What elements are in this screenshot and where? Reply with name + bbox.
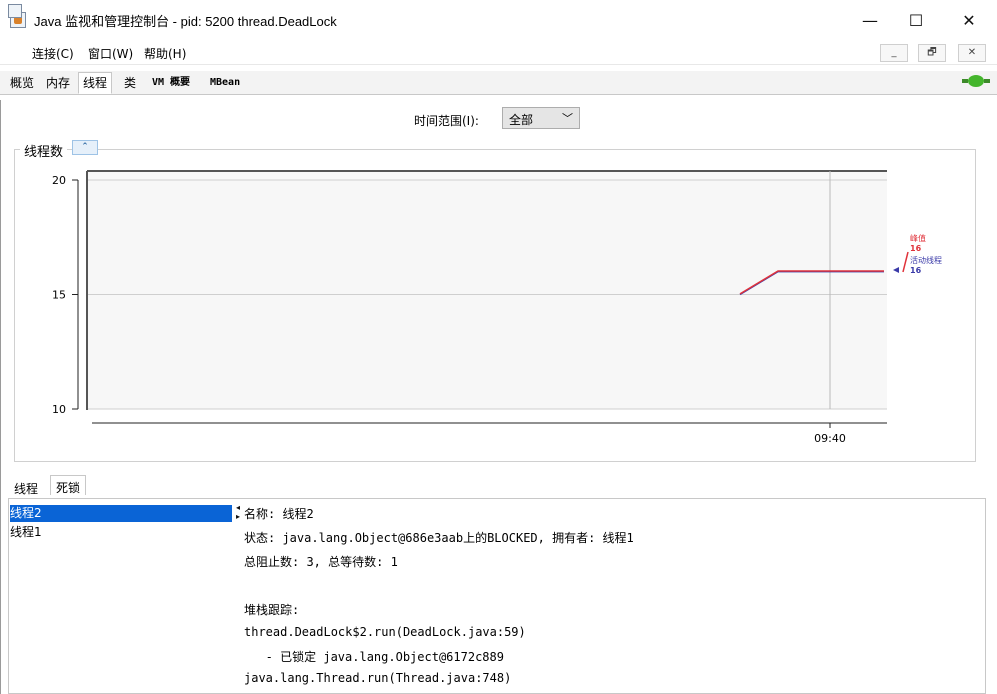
thread-list-item[interactable]: 线程2 <box>10 505 232 522</box>
detail-stack-frame: thread.DeadLock$2.run(DeadLock.java:59) <box>244 625 526 639</box>
detail-counts: 总阻止数: 3, 总等待数: 1 <box>244 555 398 569</box>
detail-stack-header: 堆栈跟踪: <box>244 603 300 617</box>
tab-deadlock[interactable]: 死锁 <box>50 475 87 495</box>
thread-list: 线程2 线程1 <box>10 505 232 694</box>
window-left-edge <box>0 100 1 694</box>
live-marker-icon <box>893 267 899 273</box>
peak-indicator-line <box>902 251 909 273</box>
tab-thread-list[interactable]: 线程 <box>11 480 41 497</box>
thread-list-item[interactable]: 线程1 <box>10 524 232 541</box>
legend-live-value: 16 <box>910 266 922 275</box>
x-tick-label: 09:40 <box>814 432 846 445</box>
legend-peak-value: 16 <box>910 244 922 253</box>
detail-state: 状态: java.lang.Object@686e3aab上的BLOCKED, … <box>244 531 634 545</box>
legend-live-label: 活动线程 <box>910 255 942 265</box>
y-tick-label: 15 <box>52 289 66 302</box>
detail-name: 名称: 线程2 <box>244 507 314 521</box>
y-tick-label: 10 <box>52 403 66 416</box>
legend-peak-label: 峰值 <box>910 233 926 243</box>
y-tick-label: 20 <box>52 174 66 187</box>
split-pane-divider[interactable] <box>236 500 242 694</box>
plot-area <box>87 171 887 409</box>
thread-count-chart: 10 15 20 09:40 峰值 16 活动线程 16 <box>52 170 942 445</box>
split-arrow-icon[interactable]: ◂ ▸ <box>236 503 240 521</box>
detail-lock-info: - 已锁定 java.lang.Object@6172c889 <box>244 650 504 664</box>
detail-stack-frame: java.lang.Thread.run(Thread.java:748) <box>244 671 512 685</box>
